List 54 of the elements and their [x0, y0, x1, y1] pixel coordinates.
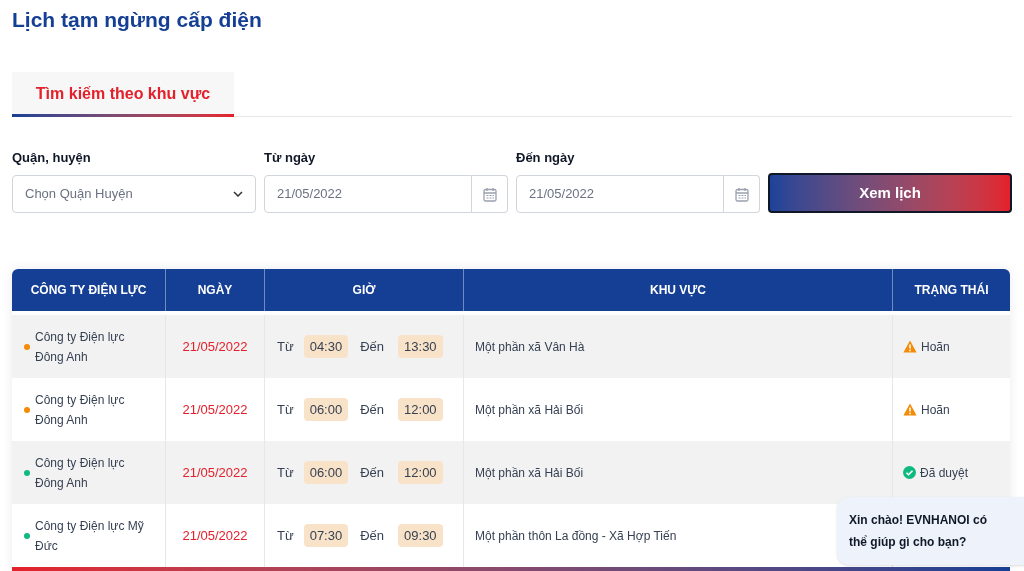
- calendar-button[interactable]: [724, 175, 760, 213]
- company-name: Công ty Điện lực Đông Anh: [35, 328, 126, 366]
- column-header: TRẠNG THÁI: [914, 281, 989, 299]
- field-label: Đến ngày: [516, 148, 576, 167]
- date-text: 21/05/2022: [182, 463, 248, 482]
- to-label: Đến: [360, 463, 385, 482]
- area-text: Một phần xã Vân Hà: [475, 338, 585, 356]
- time-badge: 09:30: [398, 523, 443, 548]
- time-badge: 04:30: [303, 334, 349, 359]
- column-header: GIỜ: [352, 281, 376, 299]
- time-badge: 13:30: [398, 334, 443, 359]
- from-label: Từ: [277, 337, 294, 356]
- time-badge: 06:00: [303, 460, 349, 485]
- company-name: Công ty Điện lực Đông Anh: [35, 454, 126, 492]
- date-text: 21/05/2022: [182, 400, 248, 419]
- calendar-icon: [734, 186, 749, 202]
- status-text: Hoãn: [921, 338, 950, 356]
- date-text: 21/05/2022: [182, 526, 248, 545]
- page-title: Lịch tạm ngừng cấp điện: [12, 7, 263, 33]
- to-label: Đến: [360, 400, 385, 419]
- check-circle-icon: [903, 466, 916, 479]
- column-header: NGÀY: [197, 281, 233, 299]
- from-label: Từ: [277, 463, 294, 482]
- view-schedule-button[interactable]: Xem lịch: [768, 173, 1012, 213]
- to-label: Đến: [360, 337, 385, 356]
- company-name: Công ty Điện lực Đông Anh: [35, 391, 126, 429]
- column-header: CÔNG TY ĐIỆN LỰC: [30, 281, 147, 299]
- district-select[interactable]: Chọn Quận Huyện: [12, 175, 256, 213]
- time-badge: 12:00: [398, 460, 443, 485]
- field-label: Từ ngày: [264, 148, 317, 167]
- area-text: Một phần xã Hải Bối: [475, 401, 584, 419]
- status-text: Hoãn: [921, 401, 950, 419]
- calendar-icon: [482, 186, 497, 202]
- company-name: Công ty Điện lực Mỹ Đức: [35, 517, 145, 555]
- time-badge: 12:00: [398, 397, 443, 422]
- date-field[interactable]: 21/05/2022: [264, 175, 472, 213]
- from-label: Từ: [277, 400, 294, 419]
- warning-icon: [903, 340, 917, 353]
- date-field[interactable]: 21/05/2022: [516, 175, 724, 213]
- warning-icon: [903, 403, 917, 416]
- from-label: Từ: [277, 526, 294, 545]
- time-badge: 07:30: [303, 523, 349, 548]
- tab[interactable]: Tìm kiếm theo khu vực: [12, 71, 234, 116]
- time-badge: 06:00: [303, 397, 349, 422]
- field-label: Quận, huyện: [12, 148, 92, 167]
- chat-bubble[interactable]: Xin chào! EVNHANOI có thể giúp gì cho bạn?: [837, 497, 1024, 565]
- to-label: Đến: [360, 526, 385, 545]
- area-text: Một phần thôn La đồng - Xã Hợp Tiến: [475, 527, 677, 545]
- calendar-button[interactable]: [472, 175, 508, 213]
- status-text: Đã duyệt: [920, 464, 969, 482]
- chevron-down-icon: [233, 191, 243, 197]
- date-text: 21/05/2022: [182, 337, 248, 356]
- column-header: KHU VỰC: [650, 282, 706, 299]
- area-text: Một phần xã Hải Bối: [475, 464, 584, 482]
